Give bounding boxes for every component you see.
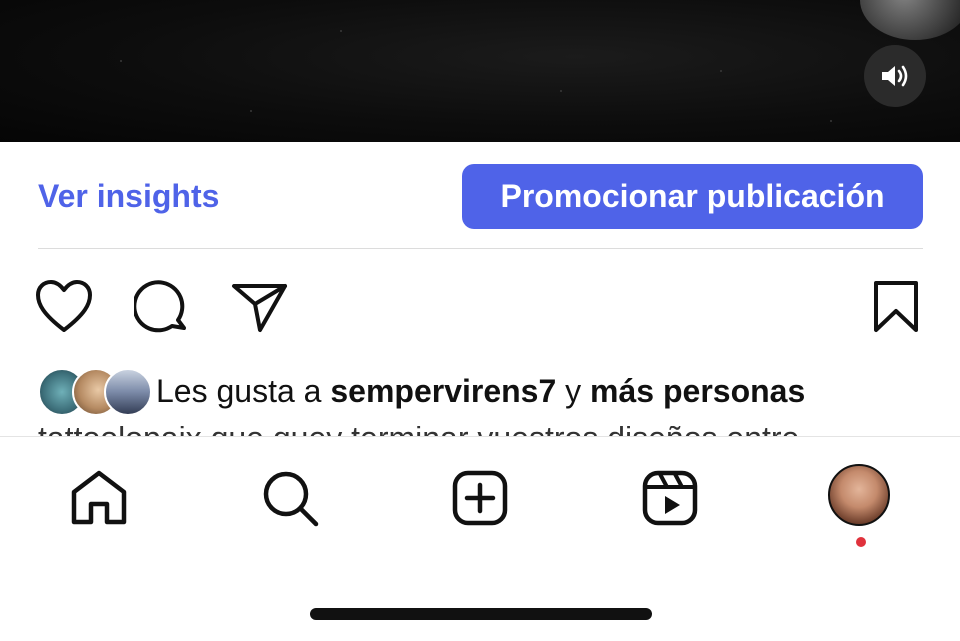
likes-text: Les gusta a sempervirens7 y más personas [156, 373, 805, 410]
like-button[interactable] [35, 280, 93, 339]
liker-username[interactable]: sempervirens7 [330, 373, 556, 409]
comment-icon [132, 280, 186, 333]
bookmark-icon [874, 281, 918, 332]
send-icon [232, 284, 287, 332]
insights-row: Ver insights Promocionar publicación [0, 142, 960, 249]
liker-avatars [38, 368, 152, 416]
tab-create[interactable] [452, 470, 508, 531]
tab-profile-avatar[interactable] [828, 464, 890, 526]
post-actions-bar [0, 280, 960, 340]
notification-dot [856, 537, 866, 547]
divider [38, 248, 923, 249]
sound-toggle-button[interactable] [864, 45, 926, 107]
speaker-icon [882, 65, 908, 87]
view-insights-link[interactable]: Ver insights [38, 178, 219, 215]
tab-home[interactable] [70, 470, 128, 531]
media-image-fragment [860, 0, 960, 40]
likes-prefix: Les gusta a [156, 372, 322, 409]
create-icon [452, 470, 508, 526]
heart-icon [36, 280, 92, 332]
likes-summary[interactable]: Les gusta a sempervirens7 y más personas [38, 366, 938, 416]
home-icon [71, 470, 127, 525]
save-button[interactable] [872, 280, 920, 339]
promote-post-button[interactable]: Promocionar publicación [462, 164, 923, 229]
avatar [104, 368, 152, 416]
home-indicator[interactable] [310, 608, 652, 620]
comment-button[interactable] [132, 280, 190, 341]
likes-others-link[interactable]: más personas [590, 373, 805, 409]
tab-search[interactable] [262, 470, 320, 533]
tab-reels[interactable] [642, 470, 698, 531]
share-button[interactable] [230, 280, 288, 339]
post-media[interactable] [0, 0, 960, 142]
reels-icon [642, 470, 698, 526]
likes-connector: y [565, 372, 582, 409]
search-icon [263, 471, 319, 527]
